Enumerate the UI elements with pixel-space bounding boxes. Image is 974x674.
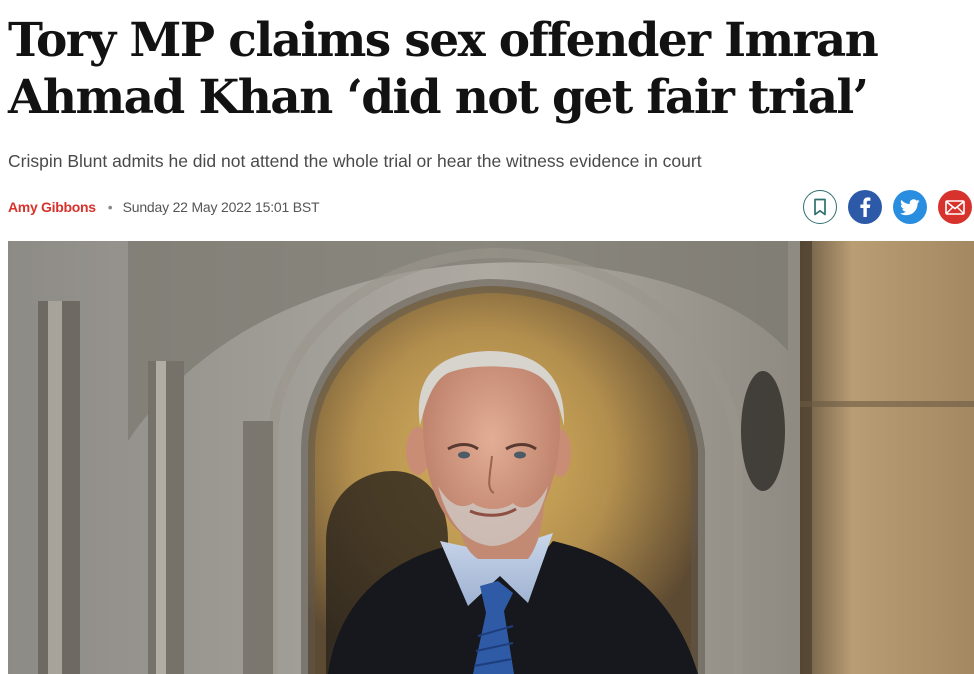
publish-date: Sunday 22 May 2022 15:01 BST <box>122 199 320 215</box>
article-page: Tory MP claims sex offender Imran Ahmad … <box>0 0 974 674</box>
twitter-icon <box>900 198 920 216</box>
bookmark-icon <box>813 198 827 216</box>
article-standfirst: Crispin Blunt admits he did not attend t… <box>8 151 702 171</box>
facebook-share-button[interactable] <box>848 190 882 224</box>
email-icon <box>945 199 965 215</box>
byline: Amy Gibbons • Sunday 22 May 2022 15:01 B… <box>8 196 320 218</box>
bookmark-button[interactable] <box>803 190 837 224</box>
article-headline: Tory MP claims sex offender Imran Ahmad … <box>8 13 879 125</box>
byline-separator: • <box>107 199 113 215</box>
author-link[interactable]: Amy Gibbons <box>8 199 96 215</box>
email-share-button[interactable] <box>938 190 972 224</box>
facebook-icon <box>859 197 871 217</box>
twitter-share-button[interactable] <box>893 190 927 224</box>
article-photo <box>8 241 974 674</box>
share-bar <box>803 190 972 226</box>
portrait-photo-illustration <box>8 241 974 674</box>
